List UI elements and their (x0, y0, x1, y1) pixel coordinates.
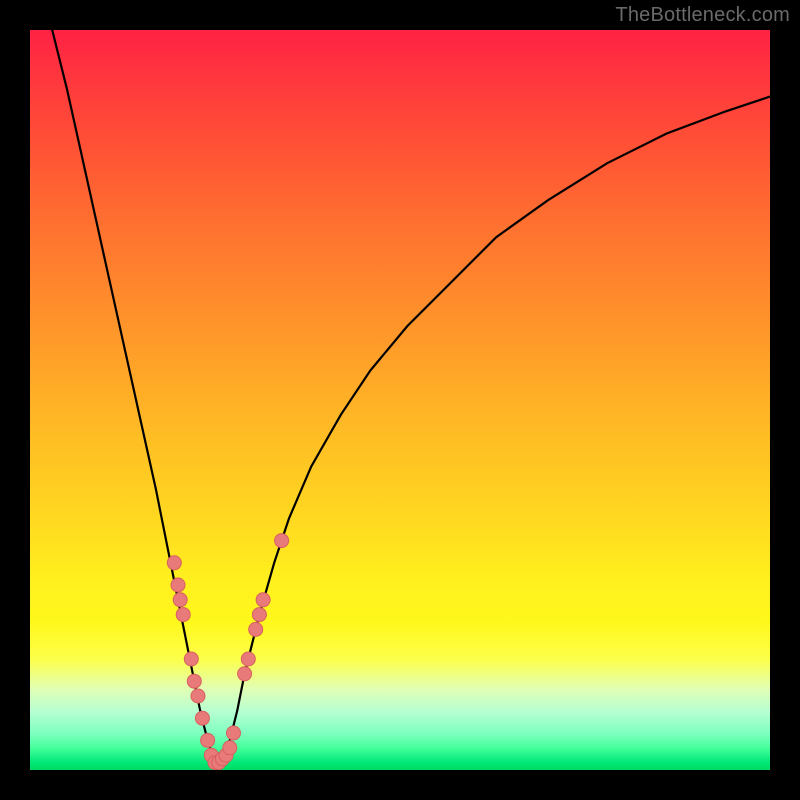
data-marker (223, 741, 237, 755)
data-marker (241, 652, 255, 666)
data-marker (256, 593, 270, 607)
chart-frame: TheBottleneck.com (0, 0, 800, 800)
data-marker (275, 534, 289, 548)
data-marker (173, 593, 187, 607)
plot-area (30, 30, 770, 770)
data-marker (187, 674, 201, 688)
data-marker (252, 608, 266, 622)
data-marker (167, 556, 181, 570)
data-marker (227, 726, 241, 740)
data-marker (184, 652, 198, 666)
data-marker (249, 622, 263, 636)
watermark-text: TheBottleneck.com (615, 4, 790, 27)
curve-layer (30, 30, 770, 770)
data-marker (238, 667, 252, 681)
data-marker (191, 689, 205, 703)
data-markers (167, 534, 288, 770)
data-marker (171, 578, 185, 592)
data-marker (195, 711, 209, 725)
data-marker (176, 608, 190, 622)
data-marker (201, 733, 215, 747)
bottleneck-curve (52, 30, 770, 763)
